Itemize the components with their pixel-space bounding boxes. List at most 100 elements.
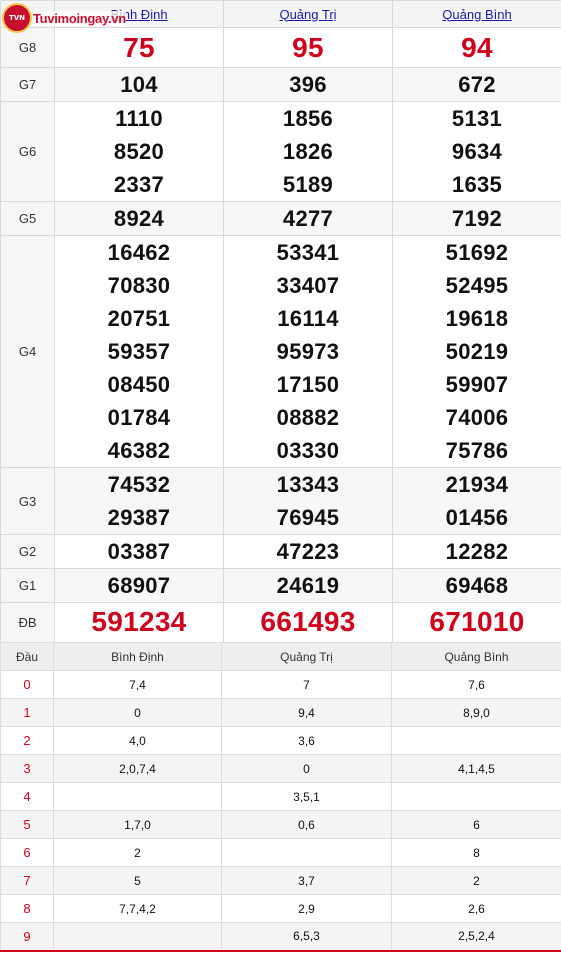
logo-badge-icon: TVN (2, 3, 32, 33)
prize-number: 8520 (113, 139, 165, 164)
prize-cell: 12282 (392, 534, 561, 569)
prize-number: 12282 (445, 539, 509, 564)
prize-label: G5 (0, 201, 55, 236)
prize-number: 13343 (276, 472, 340, 497)
prize-number: 52495 (445, 273, 509, 298)
prize-cell: 7192 (392, 201, 561, 236)
prize-label: G1 (0, 568, 55, 603)
prize-number: 94 (461, 31, 493, 63)
loto-province-header: Quảng Trị (221, 642, 392, 671)
prize-cell: 1110 8520 2337 (54, 101, 224, 202)
prize-cell: 51692 52495 19618 50219 59907 74006 75786 (392, 235, 561, 468)
prize-number: 16462 (107, 240, 171, 265)
prize-label: G3 (0, 467, 55, 535)
loto-dau: 8 (0, 894, 54, 923)
loto-dau: 2 (0, 726, 54, 755)
prize-number: 70830 (107, 273, 171, 298)
prize-number: 1856 (282, 106, 334, 131)
loto-cell: 2,0,7,4 (53, 754, 222, 783)
prize-number: 08882 (276, 405, 340, 430)
prize-cell: 8924 (54, 201, 224, 236)
prize-number: 1635 (451, 172, 503, 197)
prize-number: 08450 (107, 372, 171, 397)
loto-cell: 2,9 (221, 894, 392, 923)
site-logo[interactable]: TVN Tuvimoingay.vn (0, 0, 150, 36)
prize-number: 75786 (445, 438, 509, 463)
prize-number: 01456 (445, 505, 509, 530)
prize-cell: 5131 9634 1635 (392, 101, 561, 202)
prize-row: G6 1110 8520 2337 1856 1826 5189 5131 9634 1635 (0, 101, 561, 202)
loto-cell: 1,7,0 (53, 810, 222, 839)
prize-cell: 4277 (223, 201, 393, 236)
prize-cell: 53341 33407 16114 95973 17150 08882 03330 (223, 235, 393, 468)
prize-number: 9634 (451, 139, 503, 164)
loto-cell (391, 726, 561, 755)
loto-cell: 8,9,0 (391, 698, 561, 727)
prize-number: 661493 (260, 606, 356, 638)
loto-cell: 4,0 (53, 726, 222, 755)
prize-number: 01784 (107, 405, 171, 430)
results-table: Bình Định Quảng Trị Quảng Bình G8 75 95 94 G… (0, 0, 561, 644)
prize-cell: 591234 (54, 602, 224, 644)
loto-row: 9 6,5,3 2,5,2,4 (0, 922, 561, 952)
prize-cell: 661493 (223, 602, 393, 644)
loto-cell (53, 922, 222, 952)
loto-cell: 0 (53, 698, 222, 727)
loto-row: 1 0 9,4 8,9,0 (0, 698, 561, 727)
loto-cell (53, 782, 222, 811)
prize-number: 95 (292, 31, 324, 63)
prize-number: 68907 (107, 573, 171, 598)
loto-cell: 7,4 (53, 670, 222, 699)
prize-cell: 396 (223, 67, 393, 102)
loto-cell: 2,6 (391, 894, 561, 923)
prize-number: 03387 (107, 539, 171, 564)
loto-dau: 7 (0, 866, 54, 895)
prize-cell: 47223 (223, 534, 393, 569)
loto-header-row: Đầu Bình Định Quảng Trị Quảng Bình (0, 642, 561, 671)
loto-cell: 7,7,4,2 (53, 894, 222, 923)
province-header: Quảng Trị (223, 0, 393, 28)
loto-dau: 6 (0, 838, 54, 867)
loto-dau: 3 (0, 754, 54, 783)
prize-number: 74532 (107, 472, 171, 497)
prize-number: 19618 (445, 306, 509, 331)
prize-number: 24619 (276, 573, 340, 598)
prize-row: G5 8924 4277 7192 (0, 201, 561, 236)
prize-cell: 94 (392, 27, 561, 68)
loto-row: 7 5 3,7 2 (0, 866, 561, 895)
loto-cell: 9,4 (221, 698, 392, 727)
loto-dau: 5 (0, 810, 54, 839)
prize-number: 76945 (276, 505, 340, 530)
loto-cell: 2 (53, 838, 222, 867)
prize-cell: 24619 (223, 568, 393, 603)
loto-cell: 6,5,3 (221, 922, 392, 952)
prize-number: 672 (458, 72, 496, 97)
prize-row: G7 104 396 672 (0, 67, 561, 102)
province-link[interactable]: Quảng Trị (279, 7, 336, 22)
prize-row: G3 74532 29387 13343 76945 21934 01456 (0, 467, 561, 535)
province-link[interactable]: Quảng Bình (442, 7, 511, 22)
province-header: Quảng Bình (392, 0, 561, 28)
prize-number: 59357 (107, 339, 171, 364)
prize-cell: 671010 (392, 602, 561, 644)
loto-province-header: Bình Định (53, 642, 222, 671)
loto-head-table: Đầu Bình Định Quảng Trị Quảng Bình 0 7,4 7… (0, 642, 561, 952)
loto-cell: 3,6 (221, 726, 392, 755)
loto-row: 0 7,4 7 7,6 (0, 670, 561, 699)
prize-number: 29387 (107, 505, 171, 530)
loto-dau: 9 (0, 922, 54, 952)
prize-label: G4 (0, 235, 55, 468)
prize-row: ĐB 591234 661493 671010 (0, 602, 561, 644)
prize-row: G2 03387 47223 12282 (0, 534, 561, 569)
prize-row: G1 68907 24619 69468 (0, 568, 561, 603)
loto-dau: 1 (0, 698, 54, 727)
loto-cell: 2,5,2,4 (391, 922, 561, 952)
loto-cell: 7,6 (391, 670, 561, 699)
prize-number: 4277 (282, 206, 334, 231)
loto-row: 3 2,0,7,4 0 4,1,4,5 (0, 754, 561, 783)
prize-cell: 68907 (54, 568, 224, 603)
prize-number: 1826 (282, 139, 334, 164)
prize-number: 7192 (451, 206, 503, 231)
loto-row: 62 8 (0, 838, 561, 867)
loto-cell: 3,5,1 (221, 782, 392, 811)
